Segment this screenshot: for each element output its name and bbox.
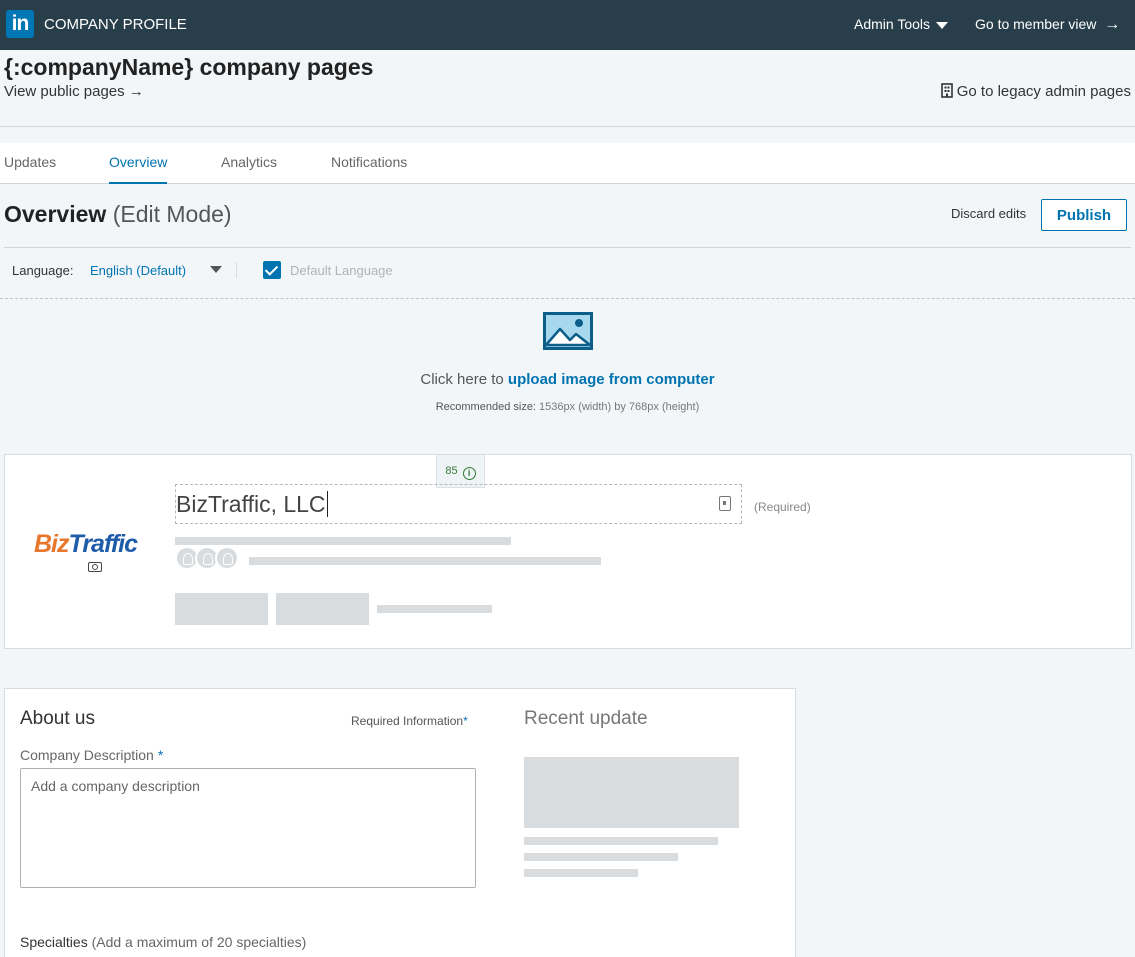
- about-us-title: About us: [20, 708, 95, 729]
- building-icon: [940, 83, 953, 98]
- required-information-note: Required Information*: [351, 714, 468, 728]
- go-to-member-view-link[interactable]: Go to member view →: [975, 16, 1120, 34]
- top-bar: in COMPANY PROFILE Admin Tools Go to mem…: [0, 0, 1135, 50]
- tab-notifications[interactable]: Notifications: [331, 154, 407, 170]
- skeleton-line: [377, 605, 492, 613]
- divider: [236, 262, 237, 278]
- tab-bar: Updates Overview Analytics Notifications: [0, 143, 1135, 184]
- tab-overview[interactable]: Overview: [109, 154, 168, 184]
- recommended-size: Recommended size: 1536px (width) by 768p…: [0, 401, 1135, 413]
- legacy-admin-link[interactable]: Go to legacy admin pages: [940, 83, 1131, 100]
- company-name-input[interactable]: BizTraffic, LLC: [175, 484, 742, 524]
- admin-tools-label: Admin Tools: [854, 16, 931, 32]
- language-select[interactable]: English (Default): [90, 263, 186, 278]
- specialties-title: Specialties: [20, 934, 88, 950]
- discard-edits-button[interactable]: Discard edits: [951, 206, 1026, 221]
- linkedin-logo-icon[interactable]: in: [6, 10, 34, 38]
- upload-image-link[interactable]: upload image from computer: [508, 371, 715, 388]
- default-language-checkbox[interactable]: [263, 261, 281, 279]
- legacy-admin-label: Go to legacy admin pages: [956, 83, 1131, 100]
- specialties-label: Specialties (Add a maximum of 20 special…: [20, 934, 306, 950]
- logo-part2: Traffic: [68, 530, 139, 558]
- lock-icon: [719, 496, 731, 511]
- required-star: *: [463, 714, 468, 728]
- edit-mode-label: (Edit Mode): [112, 201, 232, 227]
- section-title: Overview (Edit Mode): [4, 201, 232, 228]
- text-cursor: [326, 491, 328, 517]
- language-label: Language:: [12, 263, 74, 278]
- company-logo[interactable]: BizTraffic: [34, 530, 139, 559]
- upload-prefix: Click here to: [420, 371, 508, 388]
- skeleton-line: [175, 537, 511, 545]
- admin-tools-menu[interactable]: Admin Tools: [854, 16, 949, 32]
- description-label-text: Company Description: [20, 747, 154, 763]
- overview-title: Overview: [4, 201, 107, 227]
- skeleton-line: [524, 869, 638, 877]
- chevron-down-icon[interactable]: [210, 266, 222, 273]
- company-description-label: Company Description *: [20, 747, 163, 763]
- image-icon[interactable]: [543, 312, 593, 350]
- upload-prompt: Click here to upload image from computer: [0, 371, 1135, 388]
- app-title: COMPANY PROFILE: [44, 16, 187, 33]
- required-tag: (Required): [754, 500, 811, 514]
- logo-part1: Biz: [34, 530, 69, 558]
- member-view-label: Go to member view: [975, 16, 1097, 32]
- arrow-right-icon: →: [1104, 16, 1121, 33]
- company-name-text: BizTraffic, LLC: [176, 491, 328, 518]
- skeleton-line: [524, 853, 678, 861]
- recommended-size-value: 1536px (width) by 768px (height): [536, 401, 700, 413]
- required-info-label: Required Information: [351, 714, 464, 728]
- skeleton-line: [524, 837, 718, 845]
- recommended-size-label: Recommended size:: [435, 401, 536, 413]
- required-star: *: [157, 747, 164, 763]
- skeleton-image: [524, 757, 739, 828]
- specialties-note: (Add a maximum of 20 specialties): [91, 934, 307, 950]
- company-description-input[interactable]: [20, 768, 476, 888]
- skeleton-button: [175, 593, 268, 625]
- divider: [0, 126, 1135, 127]
- skeleton-button: [276, 593, 369, 625]
- view-public-pages-link[interactable]: View public pages →: [4, 83, 144, 100]
- recent-update-title: Recent update: [524, 708, 648, 729]
- dashed-divider: [0, 298, 1135, 299]
- divider: [4, 247, 1131, 248]
- company-name-value: BizTraffic, LLC: [176, 491, 326, 517]
- publish-button[interactable]: Publish: [1041, 199, 1127, 231]
- char-count: 85: [445, 465, 458, 477]
- chevron-down-icon: [936, 21, 949, 29]
- skeleton-line: [249, 557, 601, 565]
- tab-updates[interactable]: Updates: [4, 154, 56, 170]
- avatar-placeholder-icon: [215, 546, 239, 570]
- default-language-label: Default Language: [290, 263, 393, 278]
- info-icon[interactable]: i: [462, 467, 476, 480]
- camera-icon[interactable]: [88, 562, 102, 572]
- tab-analytics[interactable]: Analytics: [221, 154, 277, 170]
- page-title: {:companyName} company pages: [4, 54, 374, 80]
